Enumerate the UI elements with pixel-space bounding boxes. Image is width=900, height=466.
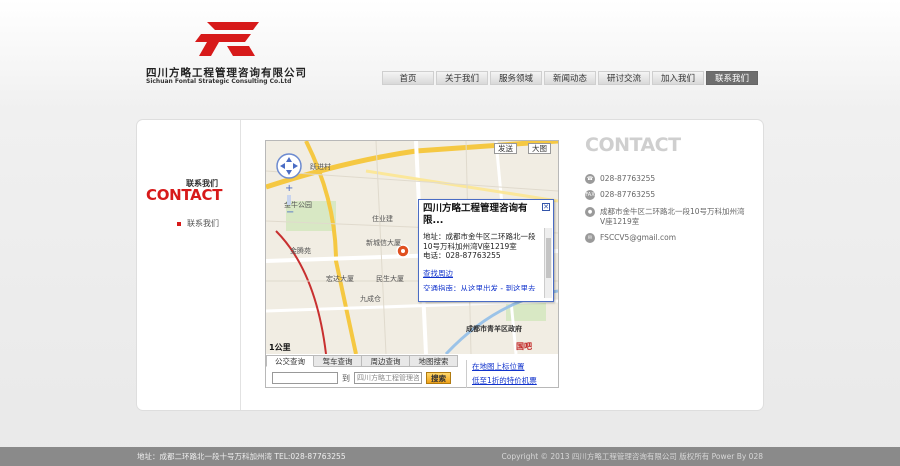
- map-widget: 跃进村 住业建 新城信大厦 金牛公园 金腾苑 宏达大厦 九成仓 民生大厦 成都市…: [265, 140, 559, 388]
- map-label: 住业建: [372, 214, 393, 223]
- contact-email[interactable]: FSCCV5@gmail.com: [600, 233, 676, 243]
- map-label: 成都市青羊区政府: [466, 324, 522, 333]
- svg-text:−: −: [286, 207, 294, 218]
- route-search-form: 到 搜索: [272, 372, 451, 384]
- tab-map-search[interactable]: 地图搜索: [410, 355, 458, 367]
- contact-title: CONTACT: [585, 134, 681, 156]
- map-canvas[interactable]: 跃进村 住业建 新城信大厦 金牛公园 金腾苑 宏达大厦 九成仓 民生大厦 成都市…: [266, 141, 558, 354]
- map-send-button[interactable]: 发送: [494, 143, 517, 154]
- mark-location-link[interactable]: 在地图上标位置: [472, 360, 537, 374]
- sidebar-item-contact[interactable]: 联系我们: [177, 218, 219, 229]
- contact-address-row: ● 成都市金牛区二环路北一段10号万科加州湾V座1219室: [585, 207, 745, 227]
- map-label: 九成仓: [360, 294, 381, 303]
- contact-fax-row: FAX 028-87763255: [585, 190, 655, 200]
- map-info-window: 四川方略工程管理咨询有限... ✕ 地址：成都市金牛区二环路北一段10号万科加州…: [418, 199, 554, 302]
- info-window-phone: 电话：028-87763255: [423, 251, 501, 260]
- contact-tel: 028-87763255: [600, 174, 656, 183]
- nav-contact[interactable]: 联系我们: [706, 71, 758, 85]
- route-to-label: 到: [342, 373, 350, 383]
- location-icon: ●: [585, 207, 595, 217]
- map-pan-zoom-control[interactable]: + −: [274, 153, 304, 223]
- company-logo-icon[interactable]: [193, 18, 263, 60]
- bullet-icon: [177, 221, 181, 226]
- site-footer: 地址：成都二环路北一段十号万科加州湾 TEL:028-87763255 Copy…: [0, 447, 900, 466]
- svg-text:+: +: [285, 183, 293, 194]
- tab-nearby-query[interactable]: 周边查询: [362, 355, 410, 367]
- contact-address: 成都市金牛区二环路北一段10号万科加州湾V座1219室: [600, 207, 745, 226]
- map-large-button[interactable]: 大图: [528, 143, 551, 154]
- nav-news[interactable]: 新闻动态: [544, 71, 596, 85]
- info-window-title: 四川方略工程管理咨询有限...: [423, 203, 528, 226]
- transit-guide-link[interactable]: 交通指南：从这里出发 - 到这里去: [423, 283, 541, 291]
- info-window-scrollbar[interactable]: [544, 228, 552, 298]
- company-name-en: Sichuan Fontal Strategic Consulting Co.L…: [146, 78, 292, 85]
- contact-email-row: ✉ FSCCV5@gmail.com: [585, 233, 676, 243]
- contact-info: CONTACT ☎ 028-87763255 FAX 028-87763255 …: [585, 134, 745, 243]
- email-icon: ✉: [585, 233, 595, 243]
- map-scale: 1公里: [269, 343, 291, 352]
- footer-address: 地址：成都二环路北一段十号万科加州湾 TEL:028-87763255: [137, 452, 346, 461]
- info-window-address: 地址：成都市金牛区二环路北一段10号万科加州湾V座1219室: [423, 232, 536, 251]
- route-search-button[interactable]: 搜索: [426, 372, 451, 384]
- content-panel: 联系我们 CONTACT 联系我们 跃进村 住业建 新城信大厦 金牛公园 金腾苑…: [137, 120, 763, 410]
- map-label: 新城信大厦: [366, 238, 401, 247]
- nav-services[interactable]: 服务领域: [490, 71, 542, 85]
- tab-drive-query[interactable]: 驾车查询: [314, 355, 362, 367]
- contact-tel-row: ☎ 028-87763255: [585, 174, 655, 184]
- map-label: 国吧: [516, 341, 532, 351]
- phone-icon: ☎: [585, 174, 595, 184]
- route-from-input[interactable]: [272, 372, 338, 384]
- sidebar-item-label: 联系我们: [187, 219, 219, 228]
- close-icon[interactable]: ✕: [542, 203, 550, 211]
- sidebar-title-en: CONTACT: [146, 186, 223, 204]
- nav-join[interactable]: 加入我们: [652, 71, 704, 85]
- tab-bus-query[interactable]: 公交查询: [266, 355, 314, 367]
- info-window-body: 地址：成都市金牛区二环路北一段10号万科加州湾V座1219室 电话：028-87…: [423, 232, 541, 261]
- fax-icon: FAX: [585, 190, 595, 200]
- map-label: 金腾苑: [290, 246, 311, 255]
- map-label: 宏达大厦: [326, 274, 354, 283]
- map-extra-links: 在地图上标位置 低至1折的特价机票: [466, 360, 537, 388]
- nav-about[interactable]: 关于我们: [436, 71, 488, 85]
- contact-fax: 028-87763255: [600, 190, 656, 199]
- footer-copyright: Copyright © 2013 四川方略工程管理咨询有限公司 版权所有 Pow…: [501, 452, 764, 461]
- map-label: 跃进村: [310, 162, 331, 171]
- site-header: 四川方略工程管理咨询有限公司 Sichuan Fontal Strategic …: [0, 0, 900, 95]
- sidebar: 联系我们 CONTACT 联系我们: [137, 120, 241, 410]
- nav-seminar[interactable]: 研讨交流: [598, 71, 650, 85]
- map-query-tabs: 公交查询 驾车查询 周边查询 地图搜索: [266, 355, 458, 367]
- nav-home[interactable]: 首页: [382, 71, 434, 85]
- map-label: 民生大厦: [376, 274, 404, 283]
- nearby-search-link[interactable]: 查找周边: [423, 268, 453, 279]
- cheap-flights-link[interactable]: 低至1折的特价机票: [472, 374, 537, 388]
- route-to-input[interactable]: [354, 372, 422, 384]
- main-nav: 首页 关于我们 服务领域 新闻动态 研讨交流 加入我们 联系我们: [382, 71, 758, 85]
